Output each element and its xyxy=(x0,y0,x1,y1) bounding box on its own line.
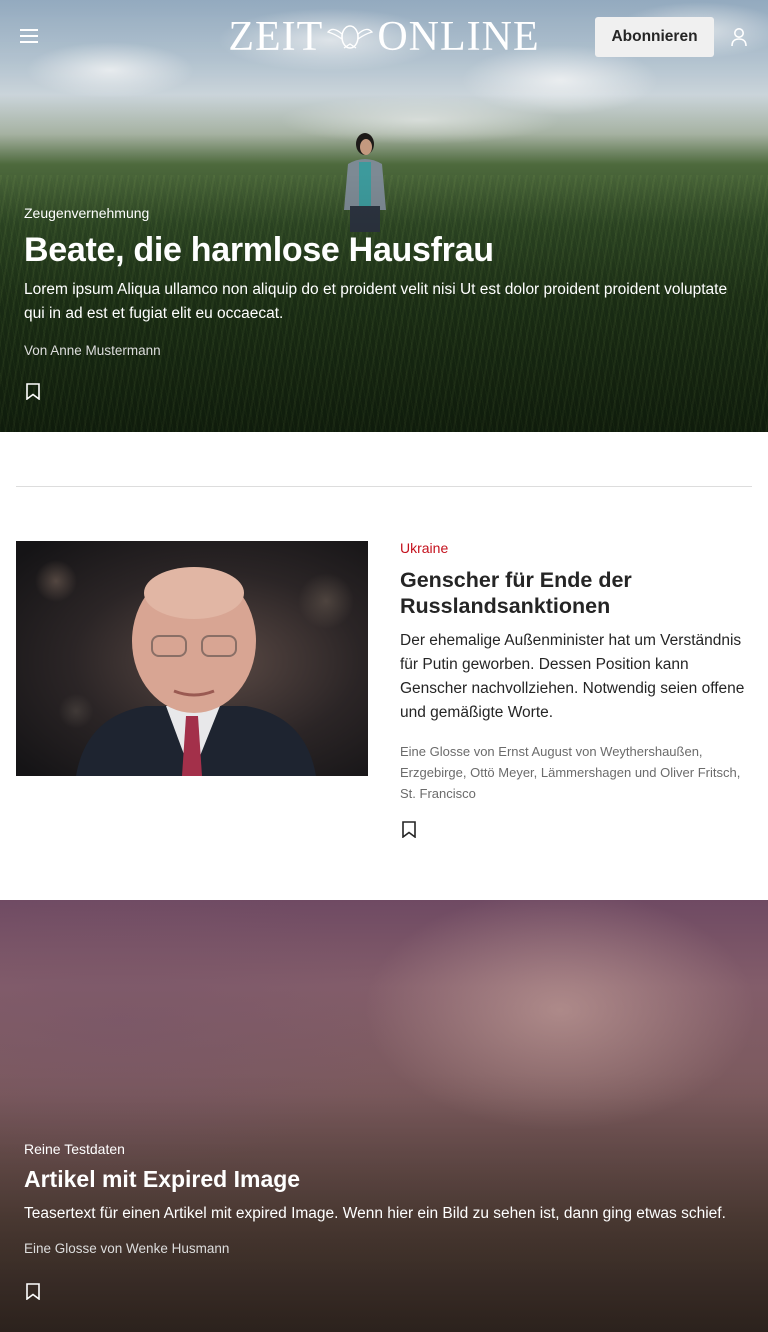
teaser-byline: Von Anne Mustermann xyxy=(24,343,161,358)
bookmark-icon[interactable] xyxy=(402,821,416,838)
article-thumbnail[interactable] xyxy=(16,541,368,776)
teaser-text: Lorem ipsum Aliqua ullamco non aliquip d… xyxy=(24,281,728,322)
expired-image-teaser-text: Reine Testdaten Artikel mit Expired Imag… xyxy=(24,1140,748,1258)
teaser-title[interactable]: Artikel mit Expired Image xyxy=(24,1164,748,1194)
teaser-byline: Eine Glosse von Ernst August von Weyther… xyxy=(400,744,741,801)
section-divider xyxy=(16,486,752,487)
logo-text-right: ONLINE xyxy=(377,14,540,60)
teaser-image-shade xyxy=(0,900,768,1332)
expired-image-teaser[interactable] xyxy=(0,900,768,1332)
hero-teaser-text: Zeugenvernehmung Beate, die harmlose Hau… xyxy=(24,204,748,360)
hamburger-menu-icon[interactable] xyxy=(20,28,38,44)
teaser-title[interactable]: Beate, die harmlose Hausfrau xyxy=(24,230,748,270)
teaser-text: Teasertext für einen Artikel mit expired… xyxy=(24,1205,726,1222)
thumbnail-portrait xyxy=(76,567,316,776)
teaser-kicker[interactable]: Ukraine xyxy=(400,539,752,557)
article-teaser[interactable]: Ukraine Genscher für Ende der Russlandsa… xyxy=(400,539,752,804)
logo-text-left: ZEIT xyxy=(228,14,324,60)
eagle-emblem-icon xyxy=(327,25,374,49)
bookmark-icon[interactable] xyxy=(26,383,40,400)
subscribe-button[interactable]: Abonnieren xyxy=(595,17,714,57)
zeit-online-logo[interactable]: ZEIT ONLINE xyxy=(224,14,544,60)
teaser-byline: Eine Glosse von Wenke Husmann xyxy=(24,1241,230,1256)
user-account-icon[interactable] xyxy=(730,27,748,47)
teaser-kicker[interactable]: Reine Testdaten xyxy=(24,1140,748,1158)
teaser-text: Der ehemalige Außenminister hat um Verst… xyxy=(400,632,745,721)
teaser-kicker[interactable]: Zeugenvernehmung xyxy=(24,204,748,222)
bookmark-icon[interactable] xyxy=(26,1283,40,1300)
teaser-title[interactable]: Genscher für Ende der Russlandsanktionen xyxy=(400,567,752,619)
